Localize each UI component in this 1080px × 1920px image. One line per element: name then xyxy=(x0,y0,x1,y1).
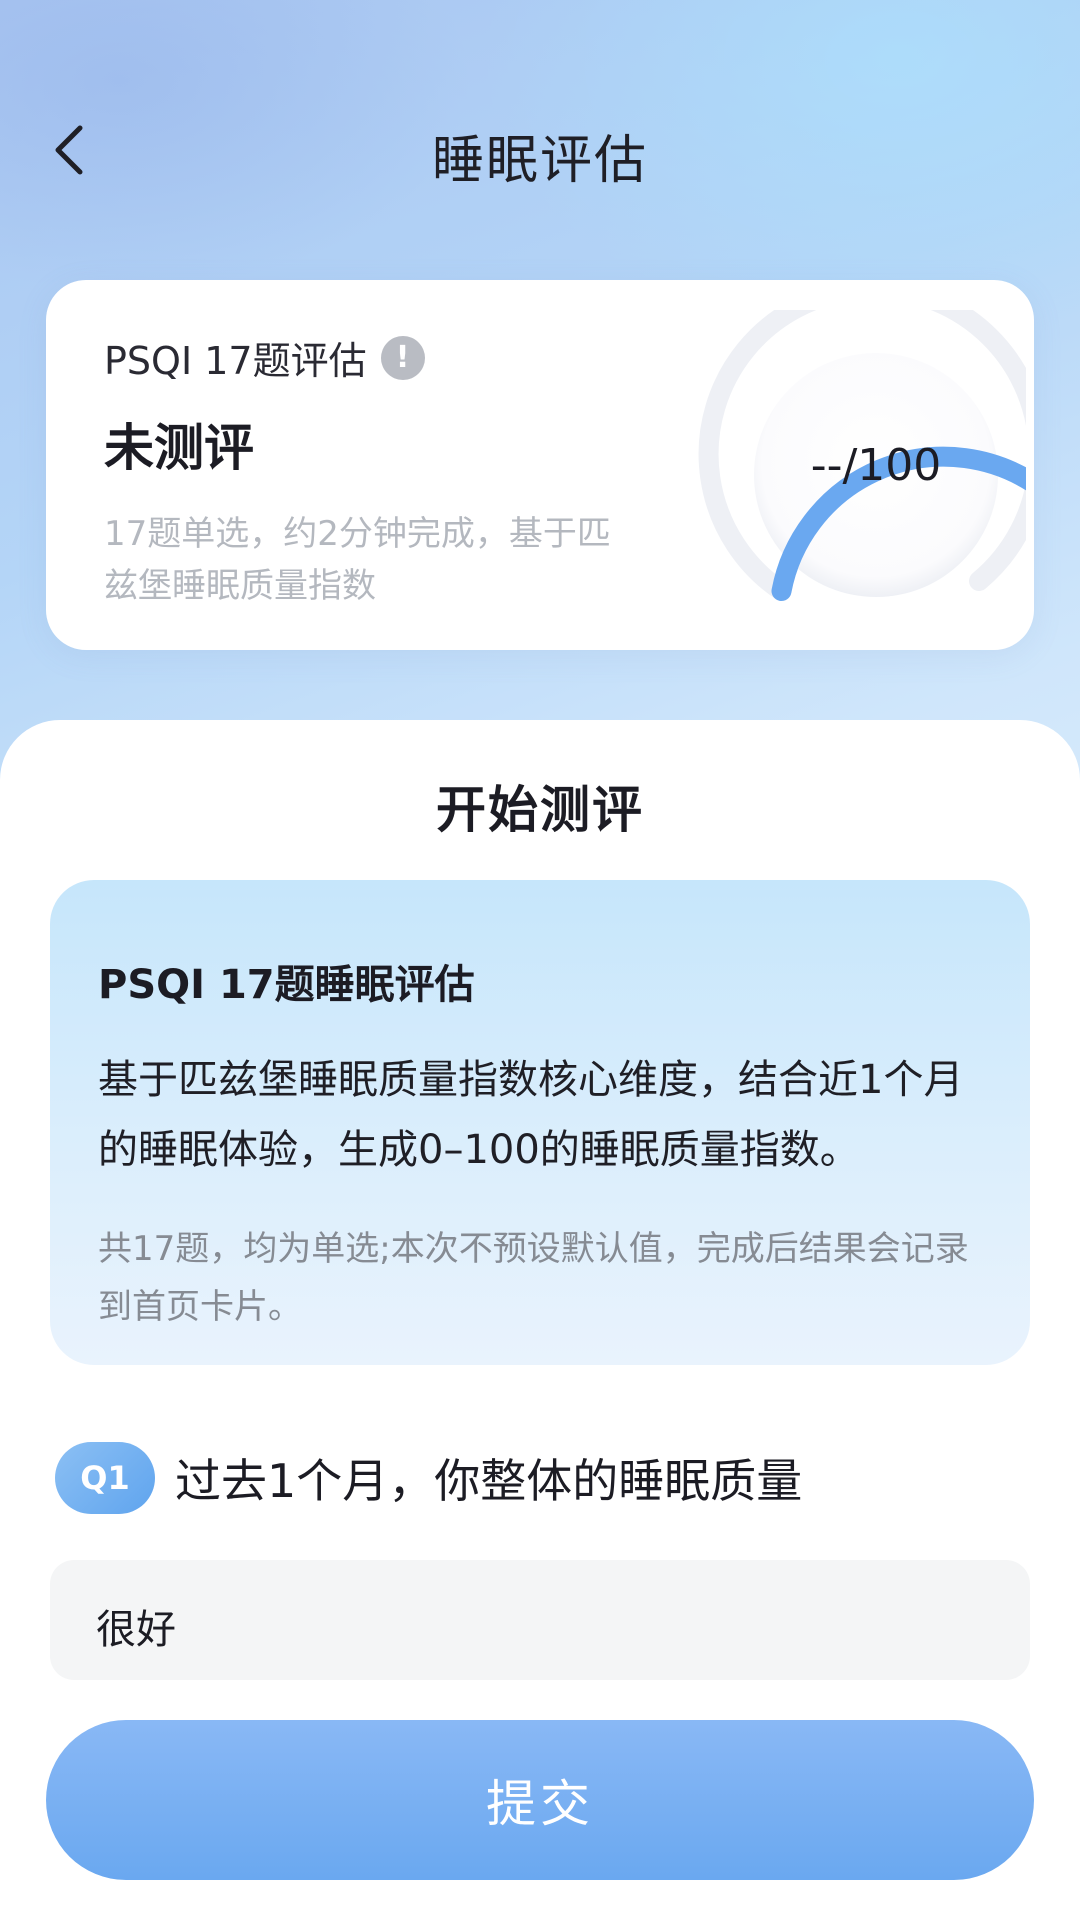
intro-note: 共17题，均为单选;本次不预设默认值，完成后结果会记录到首页卡片。 xyxy=(98,1229,969,1327)
assessment-description: 17题单选，约2分钟完成，基于匹兹堡睡眠质量指数 xyxy=(104,514,611,606)
assessment-name-row: PSQI 17题评估 ! xyxy=(104,330,425,385)
submit-button[interactable]: 提交 xyxy=(46,1720,1034,1880)
header: 睡眠评估 xyxy=(0,0,1080,300)
intro-card: PSQI 17题睡眠评估 基于匹兹堡睡眠质量指数核心维度，结合近1个月的睡眠体验… xyxy=(50,880,1030,1365)
exclamation-circle-icon[interactable]: ! xyxy=(380,335,425,380)
score-gauge: --/100 xyxy=(656,279,1049,640)
answer-option[interactable]: 很好 xyxy=(50,1560,1030,1680)
assessment-name: PSQI 17题评估 xyxy=(104,339,367,383)
section-title: 开始测评 xyxy=(436,781,644,839)
question-text: 过去1个月，你整体的睡眠质量 xyxy=(175,1454,803,1508)
question-row: Q1 过去1个月，你整体的睡眠质量 xyxy=(55,1442,802,1514)
page-title: 睡眠评估 xyxy=(431,131,648,191)
score-card: PSQI 17题评估 ! 未测评 17题单选，约2分钟完成，基于匹兹堡睡眠质量指… xyxy=(46,279,1049,650)
answer-option-label: 很好 xyxy=(96,1607,176,1653)
question-number-badge: Q1 xyxy=(55,1442,155,1514)
intro-body: 基于匹兹堡睡眠质量指数核心维度，结合近1个月的睡眠体验，生成0–100的睡眠质量… xyxy=(98,1057,964,1173)
intro-title: PSQI 17题睡眠评估 xyxy=(98,962,475,1008)
main-panel: 开始测评 PSQI 17题睡眠评估 基于匹兹堡睡眠质量指数核心维度，结合近1个月… xyxy=(0,720,1080,1920)
score-value: --/100 xyxy=(810,440,942,491)
assessment-status: 未测评 xyxy=(104,419,254,477)
